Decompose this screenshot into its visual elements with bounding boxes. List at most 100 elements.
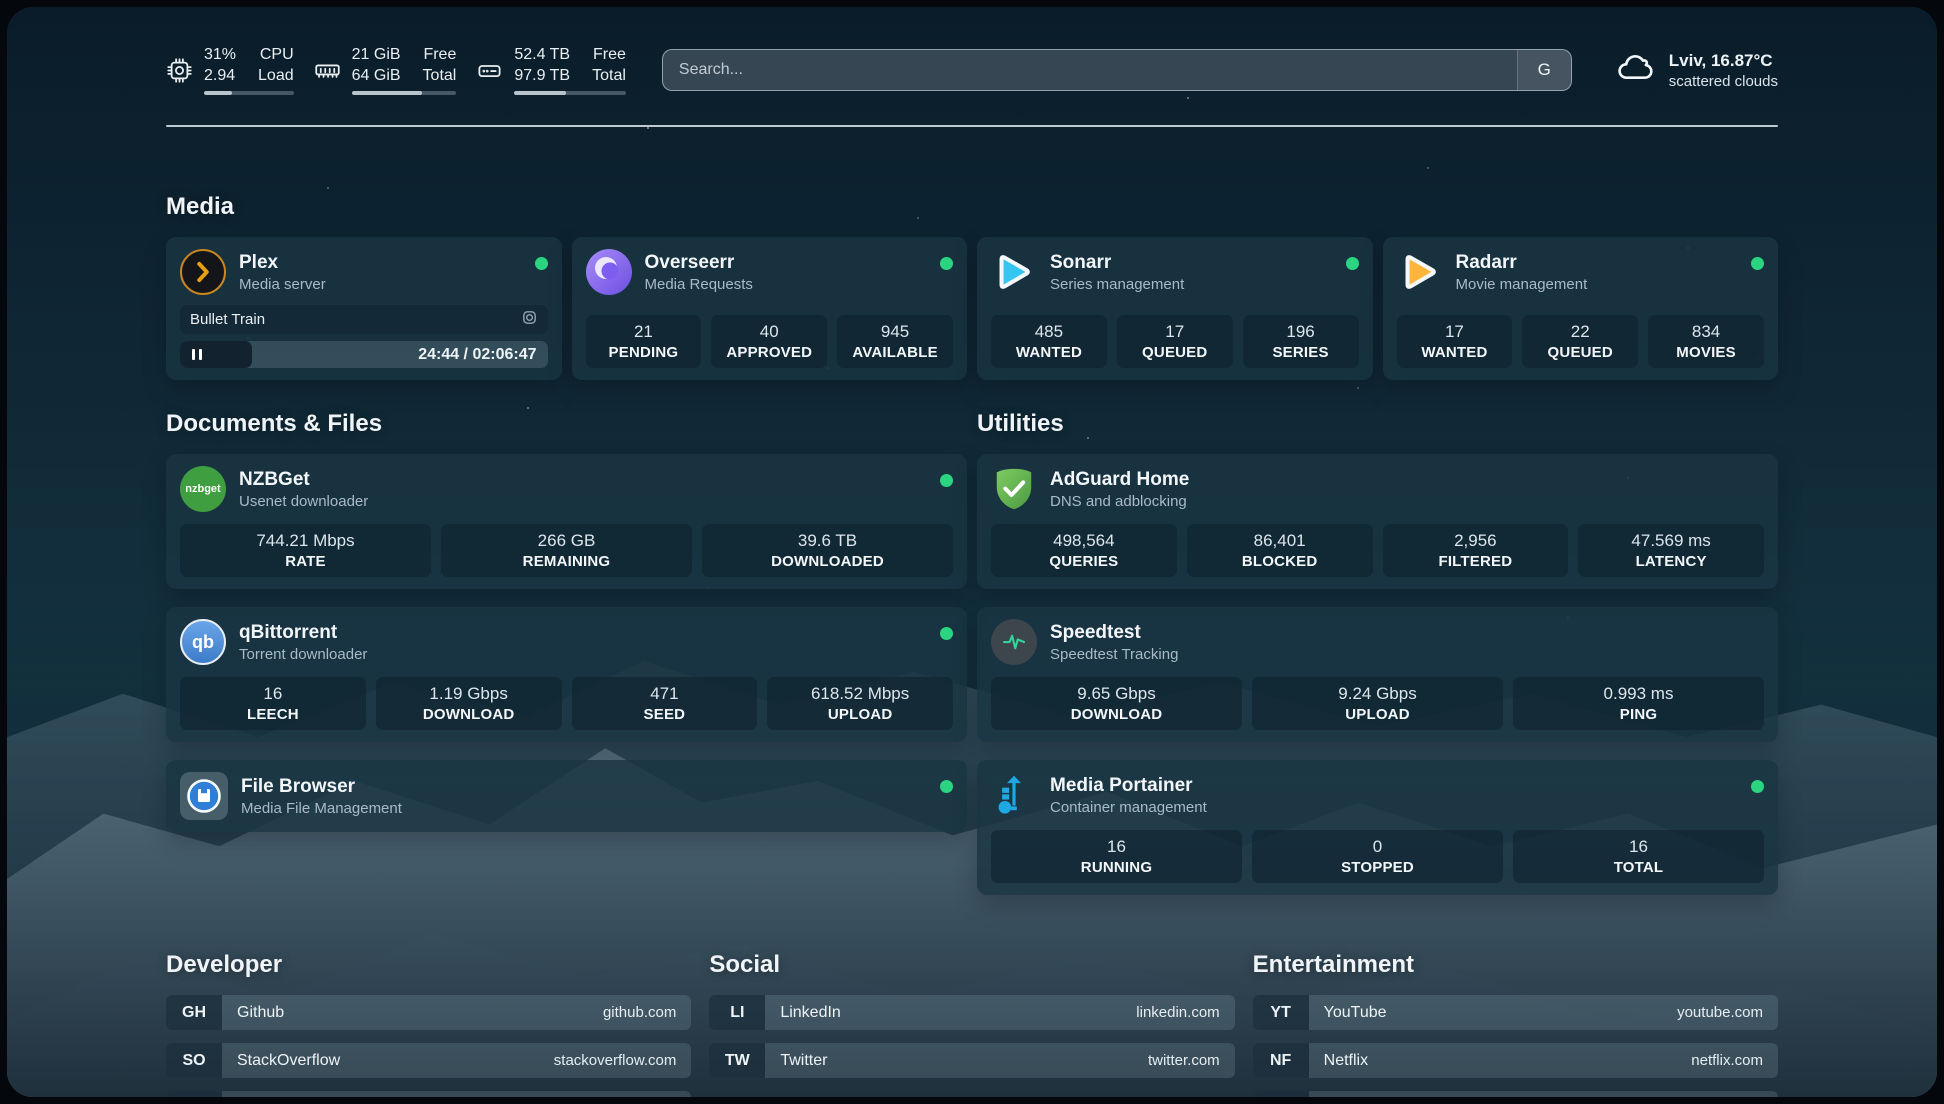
app-subtitle: Container management (1050, 799, 1207, 816)
now-playing-title: Bullet Train (190, 311, 265, 328)
stat-download: 9.65 GbpsDOWNLOAD (991, 677, 1242, 730)
disk-progress-fill (514, 91, 565, 95)
section-media: Media Plex Media server (166, 193, 1778, 380)
disk-label: Free (592, 45, 626, 66)
bookmark-linkedin[interactable]: LI LinkedIn linkedin.com (709, 995, 1234, 1030)
app-subtitle: Movie management (1456, 276, 1588, 293)
stat-total: 16TOTAL (1513, 830, 1764, 883)
section-title-media: Media (166, 193, 1778, 221)
weather-widget: Lviv, 16.87°C scattered clouds (1614, 47, 1778, 94)
bookmark-domain: stackoverflow.com (554, 1052, 692, 1069)
bookmark-twitter[interactable]: TW Twitter twitter.com (709, 1043, 1234, 1078)
status-online-dot (535, 257, 548, 270)
stat-wanted: 485WANTED (991, 315, 1107, 368)
system-stats: 31% 2.94 CPU Load (166, 45, 626, 96)
search-engine-button[interactable]: G (1517, 50, 1571, 90)
bookmarks-social: Social LI LinkedIn linkedin.com TW Twitt… (709, 951, 1234, 1097)
section-title-utilities: Utilities (977, 410, 1778, 438)
bookmark-dev[interactable]: DT DEV dev.to (166, 1091, 691, 1097)
bookmark-name: YouTube (1309, 1004, 1387, 1022)
bookmark-domain: netflix.com (1691, 1052, 1778, 1069)
dashboard-screen: 31% 2.94 CPU Load (7, 7, 1937, 1097)
app-card-plex[interactable]: Plex Media server Bullet Train (166, 237, 562, 380)
bookmark-abbr: NF (1253, 1043, 1309, 1078)
app-subtitle: Media Requests (645, 276, 753, 293)
bookmark-abbr: SO (166, 1043, 222, 1078)
app-card-overseerr[interactable]: Overseerr Media Requests 21PENDING 40APP… (572, 237, 968, 380)
app-subtitle: Series management (1050, 276, 1184, 293)
app-card-adguard[interactable]: AdGuard Home DNS and adblocking 498,564Q… (977, 454, 1778, 589)
radarr-icon (1397, 249, 1443, 295)
disk-total: 97.9 TB (514, 66, 570, 87)
qbittorrent-icon: qb (180, 619, 226, 665)
stat-blocked: 86,401BLOCKED (1187, 524, 1373, 577)
weather-condition: scattered clouds (1669, 73, 1778, 90)
stat-upload: 9.24 GbpsUPLOAD (1252, 677, 1503, 730)
bookmark-name: Twitter (765, 1052, 827, 1070)
app-title: NZBGet (239, 469, 368, 491)
cpu-load: 2.94 (204, 66, 236, 87)
bookmark-abbr: GH (166, 995, 222, 1030)
app-card-nzbget[interactable]: nzbget NZBGet Usenet downloader 744.21 M… (166, 454, 967, 589)
bookmark-github[interactable]: GH Github github.com (166, 995, 691, 1030)
app-title: Overseerr (645, 252, 753, 274)
stat-approved: 40APPROVED (711, 315, 827, 368)
app-card-radarr[interactable]: Radarr Movie management 17WANTED 22QUEUE… (1383, 237, 1779, 380)
stat-stopped: 0STOPPED (1252, 830, 1503, 883)
stat-queued: 17QUEUED (1117, 315, 1233, 368)
app-card-speedtest[interactable]: Speedtest Speedtest Tracking 9.65 GbpsDO… (977, 607, 1778, 742)
session-icon (521, 309, 538, 330)
cpu-icon (166, 57, 193, 84)
bookmarks-entertainment: Entertainment YT YouTube youtube.com NF … (1253, 951, 1778, 1097)
app-card-sonarr[interactable]: Sonarr Series management 485WANTED 17QUE… (977, 237, 1373, 380)
cpu-widget: 31% 2.94 CPU Load (166, 45, 294, 96)
sonarr-icon (991, 249, 1037, 295)
stat-movies: 834MOVIES (1648, 315, 1764, 368)
filebrowser-icon (180, 772, 228, 820)
status-online-dot (940, 780, 953, 793)
bookmark-youtube[interactable]: YT YouTube youtube.com (1253, 995, 1778, 1030)
status-online-dot (940, 257, 953, 270)
app-card-qbittorrent[interactable]: qb qBittorrent Torrent downloader 16LEEC… (166, 607, 967, 742)
cloud-icon (1614, 47, 1656, 94)
app-title: Sonarr (1050, 252, 1184, 274)
stat-downloaded: 39.6 TBDOWNLOADED (702, 524, 953, 577)
app-title: File Browser (241, 776, 402, 798)
status-online-dot (1751, 257, 1764, 270)
stat-rate: 744.21 MbpsRATE (180, 524, 431, 577)
bookmark-domain: linkedin.com (1136, 1004, 1234, 1021)
stat-ping: 0.993 msPING (1513, 677, 1764, 730)
app-subtitle: Media server (239, 276, 326, 293)
memory-progress-track (352, 91, 457, 95)
memory-free: 21 GiB (352, 45, 401, 66)
search-input[interactable] (663, 50, 1517, 90)
bookmark-stackoverflow[interactable]: SO StackOverflow stackoverflow.com (166, 1043, 691, 1078)
disk-icon (476, 57, 503, 84)
app-title: AdGuard Home (1050, 469, 1189, 491)
bookmark-netflix[interactable]: NF Netflix netflix.com (1253, 1043, 1778, 1078)
cpu-progress-track (204, 91, 294, 95)
bookmark-abbr: RE (1253, 1091, 1309, 1097)
bookmark-reddit[interactable]: RE Reddit reddit.com (1253, 1091, 1778, 1097)
bookmark-name: Netflix (1309, 1052, 1368, 1070)
stat-queued: 22QUEUED (1522, 315, 1638, 368)
memory-progress-fill (352, 91, 422, 95)
app-card-portainer[interactable]: Media Portainer Container management 16R… (977, 760, 1778, 895)
overseerr-icon (586, 249, 632, 295)
plex-progress-bar[interactable]: 24:44 / 02:06:47 (180, 341, 548, 368)
status-online-dot (1751, 780, 1764, 793)
stat-pending: 21PENDING (586, 315, 702, 368)
bookmark-name: LinkedIn (765, 1004, 841, 1022)
app-card-filebrowser[interactable]: File Browser Media File Management (166, 760, 967, 832)
stat-remaining: 266 GBREMAINING (441, 524, 692, 577)
status-online-dot (1346, 257, 1359, 270)
app-title: qBittorrent (239, 622, 367, 644)
memory-total: 64 GiB (352, 66, 401, 87)
stat-download: 1.19 GbpsDOWNLOAD (376, 677, 562, 730)
search-bar[interactable]: G (662, 49, 1572, 91)
disk-widget: 52.4 TB 97.9 TB Free Total (476, 45, 626, 96)
stat-wanted: 17WANTED (1397, 315, 1513, 368)
stat-leech: 16LEECH (180, 677, 366, 730)
playback-time: 24:44 / 02:06:47 (418, 346, 547, 364)
memory-widget: 21 GiB 64 GiB Free Total (314, 45, 457, 96)
